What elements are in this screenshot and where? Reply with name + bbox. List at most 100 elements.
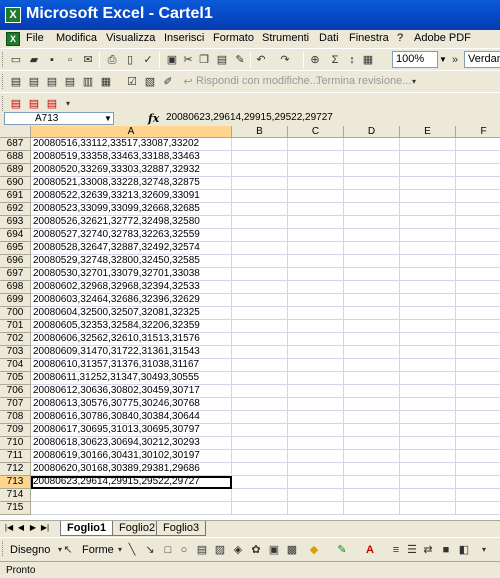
cell-d[interactable] (344, 229, 400, 242)
line-style-icon[interactable]: ≡ (388, 542, 404, 558)
row-header[interactable]: 703 (0, 346, 31, 359)
cell-e[interactable] (400, 359, 456, 372)
row-header[interactable]: 715 (0, 502, 31, 515)
cell-d[interactable] (344, 437, 400, 450)
row-header[interactable]: 714 (0, 489, 31, 502)
cell-f[interactable] (456, 450, 500, 463)
print-preview-icon[interactable]: ▯ (122, 52, 138, 68)
cell-e[interactable] (400, 177, 456, 190)
cell-f[interactable] (456, 294, 500, 307)
cell-c[interactable] (288, 151, 344, 164)
row-header[interactable]: 694 (0, 229, 31, 242)
menu-modifica[interactable]: Modifica (56, 32, 97, 44)
pdf-icon[interactable]: ▤ (44, 96, 60, 112)
cell-f[interactable] (456, 151, 500, 164)
cell-d[interactable] (344, 177, 400, 190)
redo-icon[interactable]: ↷ (277, 52, 293, 68)
cell-e[interactable] (400, 268, 456, 281)
row-header[interactable]: 704 (0, 359, 31, 372)
column-header-b[interactable]: B (232, 126, 288, 138)
cell-f[interactable] (456, 489, 500, 502)
cell-e[interactable] (400, 203, 456, 216)
email-icon[interactable]: ✉ (80, 52, 96, 68)
cell-e[interactable] (400, 489, 456, 502)
tab-foglio2[interactable]: Foglio2 (112, 521, 163, 536)
cell-c[interactable] (288, 242, 344, 255)
cell-f[interactable] (456, 164, 500, 177)
cell-b[interactable] (232, 424, 288, 437)
cell-f[interactable] (456, 190, 500, 203)
cell-c[interactable] (288, 424, 344, 437)
column-header-d[interactable]: D (344, 126, 400, 138)
cell-c[interactable] (288, 502, 344, 515)
copy-icon[interactable]: ❐ (196, 52, 212, 68)
cell-f[interactable] (456, 424, 500, 437)
row-header[interactable]: 690 (0, 177, 31, 190)
cell-d[interactable] (344, 242, 400, 255)
cell-b[interactable] (232, 320, 288, 333)
row-header[interactable]: 687 (0, 138, 31, 151)
cell-f[interactable] (456, 177, 500, 190)
cell-f[interactable] (456, 138, 500, 151)
cell-d[interactable] (344, 346, 400, 359)
cell-c[interactable] (288, 203, 344, 216)
cell-d[interactable] (344, 203, 400, 216)
cell-e[interactable] (400, 320, 456, 333)
cell-a[interactable]: 20080616,30786,30840,30384,30644 (31, 411, 232, 424)
review-icon[interactable]: ▤ (8, 74, 24, 90)
menu-adobe-pdf[interactable]: Adobe PDF (414, 32, 471, 44)
cell-d[interactable] (344, 151, 400, 164)
cell-b[interactable] (232, 268, 288, 281)
cell-f[interactable] (456, 255, 500, 268)
print-icon[interactable]: ⎙ (104, 52, 120, 68)
arrow-style-icon[interactable]: ⇄ (420, 542, 436, 558)
row-header[interactable]: 699 (0, 294, 31, 307)
toolbar-options-icon[interactable]: » (450, 52, 460, 68)
cell-e[interactable] (400, 294, 456, 307)
rectangle-icon[interactable]: □ (160, 542, 176, 558)
spelling-icon[interactable]: ✓ (140, 52, 156, 68)
cell-d[interactable] (344, 268, 400, 281)
cell-a[interactable]: 20080527,32740,32783,32263,32559 (31, 229, 232, 242)
cell-c[interactable] (288, 398, 344, 411)
cell-a[interactable]: 20080605,32353,32584,32206,32359 (31, 320, 232, 333)
cell-c[interactable] (288, 450, 344, 463)
formula-input[interactable]: 20080623,29614,29915,29522,29727 (166, 112, 333, 123)
cell-f[interactable] (456, 320, 500, 333)
cell-b[interactable] (232, 398, 288, 411)
cell-e[interactable] (400, 411, 456, 424)
cell-b[interactable] (232, 255, 288, 268)
cell-d[interactable] (344, 164, 400, 177)
cell-f[interactable] (456, 398, 500, 411)
dash-style-icon[interactable]: ☰ (404, 542, 420, 558)
cell-f[interactable] (456, 242, 500, 255)
cell-c[interactable] (288, 372, 344, 385)
cell-a[interactable]: 20080612,30636,30802,30459,30717 (31, 385, 232, 398)
cell-a[interactable]: 20080606,32562,32610,31513,31576 (31, 333, 232, 346)
draw-menu[interactable]: Disegno (10, 544, 50, 556)
worksheet-grid[interactable]: A B C D E F 687 20080516,33112,33517,3308… (0, 126, 500, 520)
permission-icon[interactable]: ▫ (62, 52, 78, 68)
chart-wizard-icon[interactable]: ▦ (360, 52, 376, 68)
open-icon[interactable]: ▰ (26, 52, 42, 68)
line-color-icon[interactable]: ✎ (334, 542, 350, 558)
cell-a[interactable]: 20080521,33008,33228,32748,32875 (31, 177, 232, 190)
excel-icon[interactable]: X (5, 7, 21, 23)
arrow-icon[interactable]: ↘ (142, 542, 158, 558)
cell-b[interactable] (232, 138, 288, 151)
format-painter-icon[interactable]: ✎ (232, 52, 248, 68)
name-box[interactable]: A713 (4, 112, 114, 125)
cell-a[interactable]: 20080617,30695,31013,30695,30797 (31, 424, 232, 437)
cell-a[interactable]: 20080609,31470,31722,31361,31543 (31, 346, 232, 359)
review-icon[interactable]: ▧ (142, 74, 158, 90)
cell-d[interactable] (344, 411, 400, 424)
cell-e[interactable] (400, 333, 456, 346)
cell-f[interactable] (456, 268, 500, 281)
cell-c[interactable] (288, 411, 344, 424)
review-icon[interactable]: ▦ (98, 74, 114, 90)
cell-a[interactable] (31, 502, 232, 515)
cell-d[interactable] (344, 320, 400, 333)
row-header[interactable]: 697 (0, 268, 31, 281)
paste-icon[interactable]: ▤ (214, 52, 230, 68)
cell-e[interactable] (400, 437, 456, 450)
